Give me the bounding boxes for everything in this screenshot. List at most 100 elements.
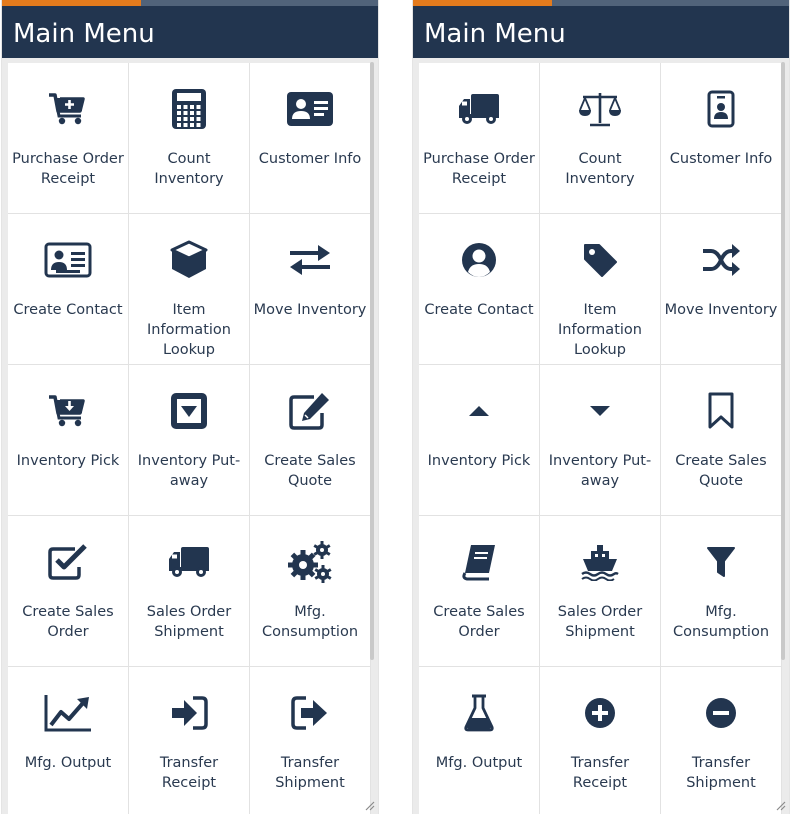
- menu-tile-create-sales-quote[interactable]: Create Sales Quote: [250, 365, 371, 516]
- menu-tile-transfer-shipment[interactable]: Transfer Shipment: [250, 667, 371, 814]
- edit-icon: [250, 389, 370, 433]
- menu-tile-label: Sales Order Shipment: [557, 604, 643, 640]
- menu-tile-label: Count Inventory: [565, 151, 635, 187]
- menu-body: Purchase Order Receipt Count Inventory Cus…: [6, 61, 371, 814]
- menu-tile-label: Create Sales Quote: [675, 453, 767, 489]
- menu-tile-create-contact[interactable]: Create Contact: [8, 214, 129, 365]
- plus-circle-icon: [540, 691, 660, 735]
- menu-tile-mfg-consumption[interactable]: Mfg. Consumption: [661, 516, 782, 667]
- menu-tile-label: Inventory Pick: [427, 453, 531, 469]
- menu-tile-label: Move Inventory: [664, 302, 778, 318]
- menu-tile-label: Mfg. Output: [435, 755, 523, 771]
- check-square-icon: [8, 540, 128, 584]
- calculator-icon: [129, 87, 249, 131]
- menu-tile-label: Create Sales Quote: [264, 453, 356, 489]
- menu-tile-mfg-consumption[interactable]: Mfg. Consumption: [250, 516, 371, 667]
- main-menu-panel-right: Main Menu Purchase Order Receipt Count In…: [412, 0, 790, 814]
- resize-grip-icon[interactable]: [363, 799, 375, 811]
- menu-tile-item-information-lookup[interactable]: Item Information Lookup: [540, 214, 661, 365]
- menu-grid: Purchase Order Receipt Count Inventory Cus…: [419, 63, 782, 814]
- menu-body: Purchase Order Receipt Count Inventory Cus…: [417, 61, 782, 814]
- menu-tile-transfer-shipment[interactable]: Transfer Shipment: [661, 667, 782, 814]
- menu-tile-label: Transfer Shipment: [275, 755, 345, 791]
- menu-tile-label: Transfer Receipt: [159, 755, 219, 791]
- menu-tile-create-sales-quote[interactable]: Create Sales Quote: [661, 365, 782, 516]
- menu-tile-inventory-pick[interactable]: Inventory Pick: [8, 365, 129, 516]
- menu-tile-customer-info[interactable]: Customer Info: [661, 63, 782, 214]
- menu-tile-create-contact[interactable]: Create Contact: [419, 214, 540, 365]
- menu-tile-count-inventory[interactable]: Count Inventory: [129, 63, 250, 214]
- menu-tile-inventory-pick[interactable]: Inventory Pick: [419, 365, 540, 516]
- bookmark-icon: [661, 389, 781, 433]
- menu-tile-label: Customer Info: [669, 151, 773, 167]
- random-icon: [661, 238, 781, 282]
- menu-tile-move-inventory[interactable]: Move Inventory: [250, 214, 371, 365]
- menu-tile-label: Create Sales Order: [22, 604, 114, 640]
- menu-tile-label: Customer Info: [258, 151, 362, 167]
- menu-tile-mfg-output[interactable]: Mfg. Output: [8, 667, 129, 814]
- line-chart-icon: [8, 691, 128, 735]
- tag-icon: [540, 238, 660, 282]
- menu-tile-label: Create Contact: [424, 302, 534, 318]
- menu-tile-label: Mfg. Consumption: [672, 604, 770, 640]
- menu-tile-sales-order-shipment[interactable]: Sales Order Shipment: [540, 516, 661, 667]
- menu-tile-inventory-put-away[interactable]: Inventory Put-away: [129, 365, 250, 516]
- contact-card-icon: [8, 238, 128, 282]
- truck-icon: [419, 87, 539, 131]
- panel-title: Main Menu: [2, 6, 378, 58]
- cart-arrow-down-icon: [8, 389, 128, 433]
- menu-tile-label: Create Sales Order: [433, 604, 525, 640]
- filter-icon: [661, 540, 781, 584]
- menu-tile-label: Mfg. Consumption: [261, 604, 359, 640]
- menu-tile-create-sales-order[interactable]: Create Sales Order: [8, 516, 129, 667]
- menu-tile-purchase-order-receipt[interactable]: Purchase Order Receipt: [8, 63, 129, 214]
- menu-tile-label: Sales Order Shipment: [146, 604, 232, 640]
- menu-tile-label: Inventory Put-away: [548, 453, 652, 489]
- menu-tile-label: Item Information Lookup: [558, 302, 642, 358]
- main-menu-panel-left: Main Menu Purchase Order Receipt Count In…: [1, 0, 379, 814]
- menu-tile-label: Inventory Pick: [16, 453, 120, 469]
- truck-icon: [129, 540, 249, 584]
- cube-icon: [129, 238, 249, 282]
- menu-tile-customer-info[interactable]: Customer Info: [250, 63, 371, 214]
- menu-tile-label: Move Inventory: [253, 302, 367, 318]
- menu-tile-item-information-lookup[interactable]: Item Information Lookup: [129, 214, 250, 365]
- menu-tile-sales-order-shipment[interactable]: Sales Order Shipment: [129, 516, 250, 667]
- minus-circle-icon: [661, 691, 781, 735]
- panel-title: Main Menu: [413, 6, 789, 58]
- scrollbar[interactable]: [370, 62, 374, 660]
- menu-tile-move-inventory[interactable]: Move Inventory: [661, 214, 782, 365]
- menu-tile-label: Inventory Put-away: [137, 453, 241, 489]
- menu-tile-label: Item Information Lookup: [147, 302, 231, 358]
- gears-icon: [250, 540, 370, 584]
- menu-tile-count-inventory[interactable]: Count Inventory: [540, 63, 661, 214]
- menu-tile-label: Mfg. Output: [24, 755, 112, 771]
- scrollbar[interactable]: [781, 62, 785, 660]
- flask-icon: [419, 691, 539, 735]
- menu-tile-label: Create Contact: [13, 302, 123, 318]
- exchange-arrows-icon: [250, 238, 370, 282]
- menu-tile-label: Purchase Order Receipt: [12, 151, 124, 187]
- resize-grip-icon[interactable]: [774, 799, 786, 811]
- sign-in-icon: [129, 691, 249, 735]
- menu-tile-transfer-receipt[interactable]: Transfer Receipt: [129, 667, 250, 814]
- menu-tile-inventory-put-away[interactable]: Inventory Put-away: [540, 365, 661, 516]
- user-circle-icon: [419, 238, 539, 282]
- book-icon: [419, 540, 539, 584]
- menu-tile-label: Count Inventory: [154, 151, 224, 187]
- menu-tile-create-sales-order[interactable]: Create Sales Order: [419, 516, 540, 667]
- share-square-icon: [250, 691, 370, 735]
- menu-grid: Purchase Order Receipt Count Inventory Cus…: [8, 63, 371, 814]
- menu-tile-label: Purchase Order Receipt: [423, 151, 535, 187]
- caret-down-icon: [540, 389, 660, 433]
- ship-icon: [540, 540, 660, 584]
- menu-tile-mfg-output[interactable]: Mfg. Output: [419, 667, 540, 814]
- id-badge-icon: [661, 87, 781, 131]
- menu-tile-label: Transfer Receipt: [570, 755, 630, 791]
- menu-tile-transfer-receipt[interactable]: Transfer Receipt: [540, 667, 661, 814]
- caret-square-down-icon: [129, 389, 249, 433]
- menu-tile-purchase-order-receipt[interactable]: Purchase Order Receipt: [419, 63, 540, 214]
- id-card-icon: [250, 87, 370, 131]
- menu-tile-label: Transfer Shipment: [686, 755, 756, 791]
- caret-up-icon: [419, 389, 539, 433]
